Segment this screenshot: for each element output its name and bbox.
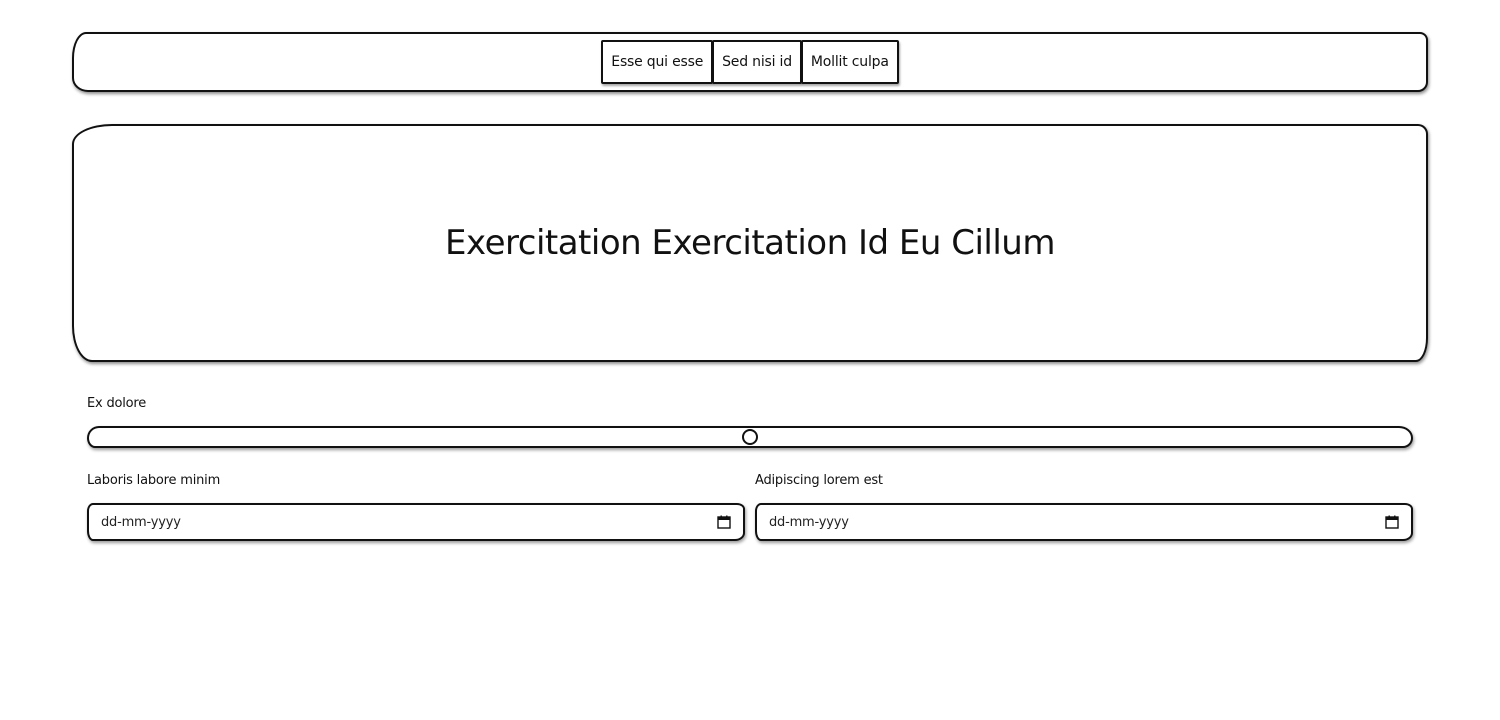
- top-navbar: Esse qui esse Sed nisi id Mollit culpa: [72, 32, 1428, 92]
- calendar-icon[interactable]: [1385, 515, 1399, 529]
- date-placeholder: dd-mm-yyyy: [101, 514, 181, 530]
- nav-button-sed-nisi-id[interactable]: Sed nisi id: [712, 40, 802, 84]
- nav-button-esse-qui-esse[interactable]: Esse qui esse: [601, 40, 714, 84]
- range-slider[interactable]: [87, 426, 1413, 448]
- date-input-adipiscing[interactable]: dd-mm-yyyy: [755, 503, 1413, 541]
- hero-banner: Exercitation Exercitation Id Eu Cillum: [72, 124, 1428, 362]
- slider-label: Ex dolore: [87, 396, 147, 411]
- date-field-label-start: Laboris labore minim: [87, 473, 221, 488]
- date-placeholder: dd-mm-yyyy: [769, 514, 849, 530]
- date-field-label-end: Adipiscing lorem est: [755, 473, 883, 488]
- calendar-icon[interactable]: [717, 515, 731, 529]
- date-input-laboris[interactable]: dd-mm-yyyy: [87, 503, 745, 541]
- slider-thumb[interactable]: [742, 429, 758, 445]
- nav-button-mollit-culpa[interactable]: Mollit culpa: [800, 40, 899, 84]
- hero-title: Exercitation Exercitation Id Eu Cillum: [445, 223, 1055, 263]
- nav-button-group: Esse qui esse Sed nisi id Mollit culpa: [601, 40, 899, 84]
